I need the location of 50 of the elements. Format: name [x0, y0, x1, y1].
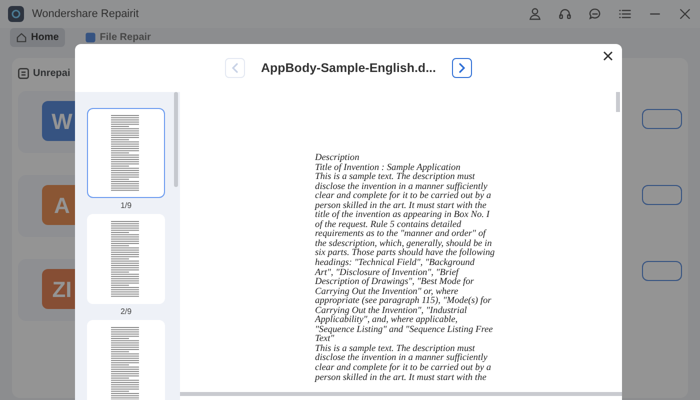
page-thumbnail[interactable] [87, 214, 165, 304]
document-text: disclose the invention in a manner sufficiently [315, 182, 488, 192]
tab[interactable]: File Repair [78, 28, 157, 46]
document-text: clear and complete for it to be carried out by a [315, 192, 492, 202]
document-text: six parts. Those parts should have the following [315, 249, 496, 258]
document-text: Title of Invention : Sample Application [315, 164, 462, 173]
page-thumbnail[interactable] [87, 108, 165, 198]
document-text: appropriate (see paragraph 115), "Mode(s) for [315, 297, 492, 306]
chevron-left-icon [230, 63, 239, 73]
close-icon[interactable] [678, 7, 692, 21]
document-text: person skilled in the art. It must start with the [315, 202, 486, 211]
document-text: disclose the invention in a manner sufficiently [315, 354, 488, 364]
window-title: Wondershare Repairit [32, 6, 139, 22]
document-text: Carrying Out the Invention" or, where [315, 288, 458, 297]
document-text: Applicability", and, where applicable, [315, 316, 459, 326]
file-name: AppBody-Sample-English.d... [260, 60, 436, 77]
document-text: Description of Drawings", "Best Mode for [315, 278, 475, 288]
page-number: 2/9 [119, 306, 133, 318]
page-thumbnail[interactable] [87, 320, 165, 400]
tab[interactable]: Home [10, 28, 65, 46]
chevron-right-icon [458, 63, 466, 73]
next-button[interactable] [452, 58, 472, 78]
document-text: "Sequence Listing" and "Sequence Listing Free [315, 326, 494, 335]
repair-button[interactable] [642, 261, 682, 281]
document-text: the sdescription, which, generally, should be in [315, 240, 492, 249]
panel-title: Unrepai [33, 67, 70, 81]
document-text: Text" [315, 335, 334, 344]
document-text: This is a sample text. The description must [315, 344, 475, 354]
document-text: title of the invention as appearing in Box No. I [315, 211, 491, 220]
document-text: clear and complete for it to be carried out by a [315, 364, 492, 374]
chat-icon[interactable] [588, 7, 602, 21]
home-icon [16, 32, 27, 42]
repair-button[interactable] [642, 109, 682, 129]
document-text: headings: "Technical Field", "Background [315, 259, 476, 268]
headset-icon[interactable] [558, 7, 572, 21]
repair-button[interactable] [642, 185, 682, 205]
close-icon [602, 50, 614, 62]
list-icon [18, 68, 29, 79]
document-text: Description [315, 154, 360, 163]
document-text: of the request. Rule 5 contains detailed [315, 220, 462, 230]
document-text: Art", "Disclosure of Invention", "Brief [315, 268, 460, 278]
document-text: This is a sample text. The description must [315, 173, 475, 182]
document-text: Carrying Out the Invention", "Industrial [315, 306, 468, 316]
menu-icon[interactable] [618, 7, 632, 21]
document-text: requirements as to the "manner and order" of [315, 230, 488, 240]
app-logo-icon [8, 6, 24, 22]
document-text: person skilled in the art. It must start with the [315, 374, 488, 384]
file-icon [84, 32, 96, 42]
account-icon[interactable] [528, 7, 542, 21]
page-number: 1/9 [119, 200, 133, 212]
